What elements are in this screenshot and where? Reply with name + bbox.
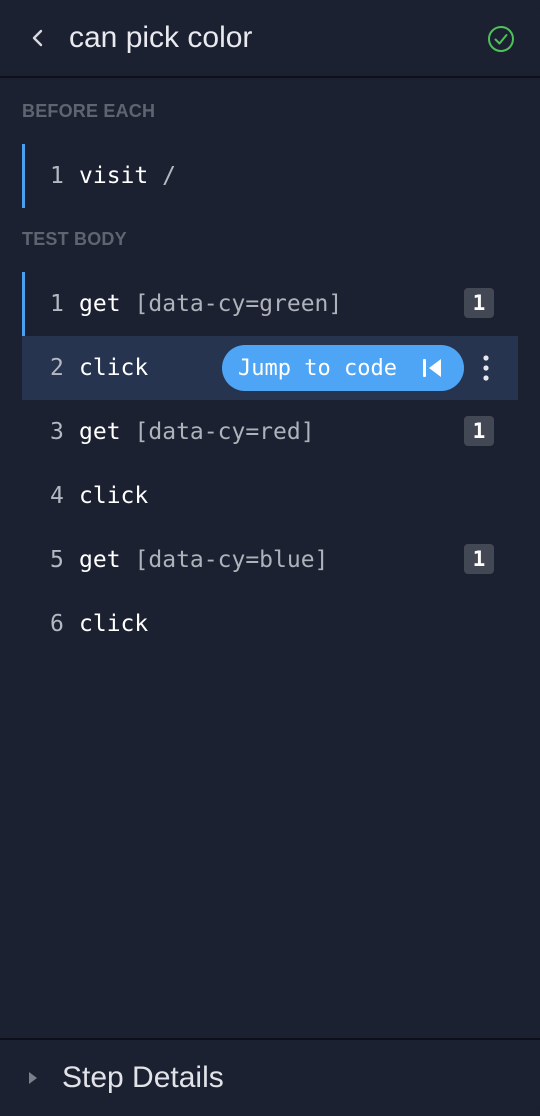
step-number: 2 <box>50 355 64 381</box>
step-command: click <box>79 592 148 656</box>
test-step-2[interactable]: 2 click Jump to code <box>22 336 518 400</box>
jump-to-code-label: Jump to code <box>238 355 397 381</box>
command-name: get <box>79 291 121 317</box>
element-count-badge: 1 <box>464 544 494 574</box>
test-body-heading: TEST BODY <box>22 229 127 249</box>
test-step-1[interactable]: 1 get [data-cy=green] 1 <box>22 272 518 336</box>
header: can pick color <box>0 0 540 78</box>
step-command: click <box>79 336 148 400</box>
step-number: 3 <box>50 419 64 445</box>
command-argument: / <box>162 163 176 189</box>
step-number: 6 <box>50 611 64 637</box>
test-step-6[interactable]: 6 click <box>22 592 518 656</box>
jump-to-code-button[interactable]: Jump to code <box>222 345 464 391</box>
test-step-5[interactable]: 5 get [data-cy=blue] 1 <box>22 528 518 592</box>
step-details-label: Step Details <box>62 1061 224 1094</box>
caret-right-icon <box>29 1072 37 1084</box>
chevron-left-icon <box>32 29 43 47</box>
step-command: get [data-cy=green] <box>79 272 342 336</box>
test-step-4[interactable]: 4 click <box>22 464 518 528</box>
command-name: visit <box>79 163 149 189</box>
test-runner-panel: can pick color BEFORE EACH 1 visit / TES… <box>0 0 540 1116</box>
command-argument: [data-cy=red] <box>134 419 315 445</box>
step-details-toggle[interactable]: Step Details <box>0 1038 540 1116</box>
command-name: click <box>79 355 149 381</box>
step-number: 4 <box>50 483 64 509</box>
step-command: get [data-cy=blue] <box>79 528 328 592</box>
element-count-badge: 1 <box>464 288 494 318</box>
test-body-group: 1 get [data-cy=green] 1 2 click Jump to c… <box>22 272 518 656</box>
step-number: 1 <box>50 291 64 317</box>
step-command: visit / <box>79 144 176 208</box>
test-title: can pick color <box>69 21 253 54</box>
before-each-group: 1 visit / <box>22 144 518 208</box>
step-number: 5 <box>50 547 64 573</box>
jump-to-code-icon <box>423 359 441 377</box>
command-name: get <box>79 419 121 445</box>
command-name: get <box>79 547 121 573</box>
command-argument: [data-cy=blue] <box>134 547 329 573</box>
command-argument: [data-cy=green] <box>134 291 343 317</box>
more-vertical-icon[interactable] <box>474 350 498 386</box>
before-each-step-1[interactable]: 1 visit / <box>22 144 518 208</box>
step-command: click <box>79 464 148 528</box>
step-command: get [data-cy=red] <box>79 400 315 464</box>
check-circle-icon <box>488 26 514 52</box>
before-each-heading: BEFORE EACH <box>22 101 156 121</box>
test-step-3[interactable]: 3 get [data-cy=red] 1 <box>22 400 518 464</box>
command-name: click <box>79 611 149 637</box>
step-number: 1 <box>50 163 64 189</box>
back-button[interactable] <box>22 22 54 54</box>
element-count-badge: 1 <box>464 416 494 446</box>
command-name: click <box>79 483 149 509</box>
